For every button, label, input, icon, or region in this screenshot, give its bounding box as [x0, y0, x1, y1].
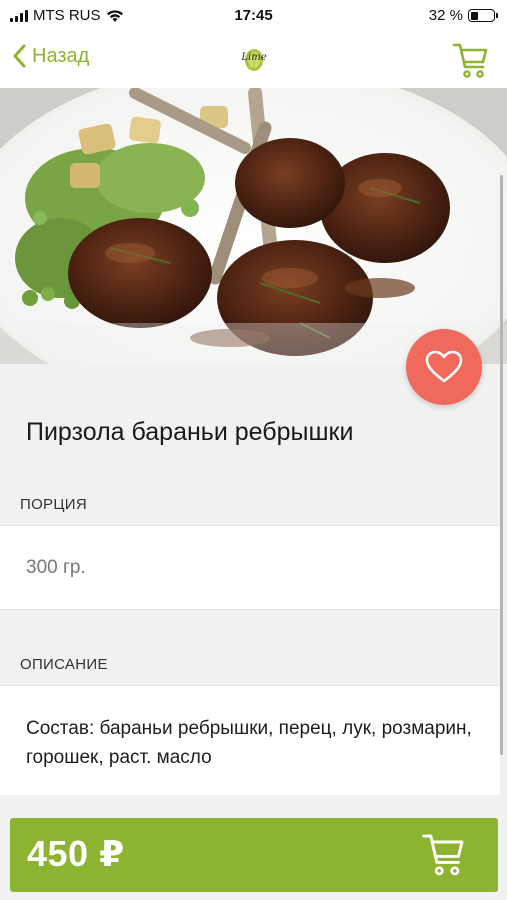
add-to-cart-button[interactable]: 450 ₽ [10, 818, 498, 892]
portion-value: 300 гр. [26, 557, 86, 578]
portion-card: 300 гр. [0, 525, 500, 610]
back-label: Назад [32, 44, 90, 67]
description-label: ОПИСАНИЕ [20, 656, 108, 673]
lime-logo: Lime [232, 43, 276, 77]
back-button[interactable]: Назад [12, 44, 89, 68]
battery-percent: 32 % [428, 7, 463, 24]
product-title: Пирзола бараньи ребрышки [26, 418, 354, 446]
price-label: 450 ₽ [27, 833, 125, 874]
description-card: Состав: бараньи ребрышки, перец, лук, ро… [0, 685, 500, 795]
navigation-bar: Назад Lime [0, 34, 507, 88]
heart-icon [425, 350, 463, 383]
description-value: Состав: бараньи ребрышки, перец, лук, ро… [26, 718, 472, 768]
back-chevron-icon [13, 44, 26, 68]
favorite-button[interactable] [406, 329, 482, 405]
cart-icon [422, 834, 464, 876]
battery-icon [468, 9, 498, 22]
logo-text: Lime [241, 52, 267, 63]
cart-icon[interactable] [451, 40, 491, 80]
portion-label: ПОРЦИЯ [20, 496, 87, 513]
dish-photo [0, 88, 507, 364]
product-screen: MTS RUS 17:45 32 % Назад Lime Пирзола ба… [0, 0, 507, 900]
status-bar: MTS RUS 17:45 32 % [0, 0, 507, 34]
status-right: 32 % [428, 7, 498, 24]
scroll-indicator[interactable] [500, 175, 503, 755]
